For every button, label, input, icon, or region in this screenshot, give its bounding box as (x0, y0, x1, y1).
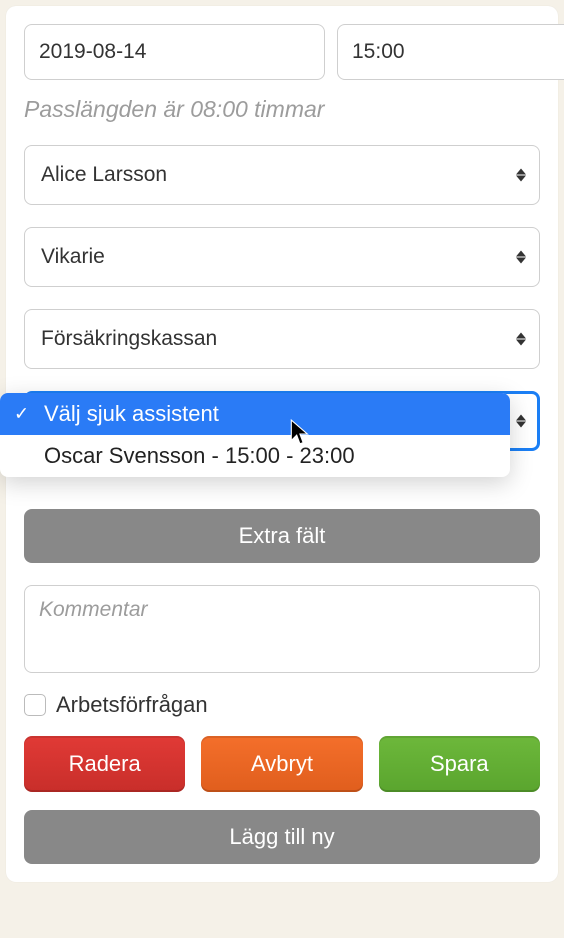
cancel-button[interactable]: Avbryt (201, 736, 362, 792)
shift-form-panel: Passlängden är 08:00 timmar Alice Larsso… (6, 6, 558, 882)
action-button-row: Radera Avbryt Spara (24, 736, 540, 792)
dropdown-option-label: Välj sjuk assistent (44, 401, 219, 426)
source-select[interactable]: Försäkringskassan (24, 309, 540, 369)
duration-label: Passlängden är 08:00 timmar (24, 96, 540, 123)
assistant-dropdown: ✓ Välj sjuk assistent Oscar Svensson - 1… (0, 393, 510, 477)
source-select-value: Försäkringskassan (41, 327, 217, 351)
save-button[interactable]: Spara (379, 736, 540, 792)
role-select-value: Vikarie (41, 245, 105, 269)
add-new-button[interactable]: Lägg till ny (24, 810, 540, 864)
work-request-row: Arbetsförfrågan (24, 692, 540, 718)
dropdown-option-label: Oscar Svensson - 15:00 - 23:00 (44, 443, 355, 468)
person-select[interactable]: Alice Larsson (24, 145, 540, 205)
work-request-label: Arbetsförfrågan (56, 692, 208, 718)
role-select-wrap: Vikarie (24, 227, 540, 287)
work-request-checkbox[interactable] (24, 694, 46, 716)
check-icon: ✓ (14, 404, 29, 425)
dropdown-option-placeholder[interactable]: ✓ Välj sjuk assistent (0, 393, 510, 435)
source-select-wrap: Försäkringskassan (24, 309, 540, 369)
person-select-wrap: Alice Larsson (24, 145, 540, 205)
assistant-select-wrap: ✓ Välj sjuk assistent Oscar Svensson - 1… (24, 391, 540, 451)
delete-button[interactable]: Radera (24, 736, 185, 792)
comment-textarea[interactable] (24, 585, 540, 673)
start-time-input[interactable] (337, 24, 564, 80)
person-select-value: Alice Larsson (41, 163, 167, 187)
dropdown-option-assistant[interactable]: Oscar Svensson - 15:00 - 23:00 (0, 435, 510, 477)
datetime-row (24, 24, 540, 80)
date-input[interactable] (24, 24, 325, 80)
extra-fields-button[interactable]: Extra fält (24, 509, 540, 563)
role-select[interactable]: Vikarie (24, 227, 540, 287)
